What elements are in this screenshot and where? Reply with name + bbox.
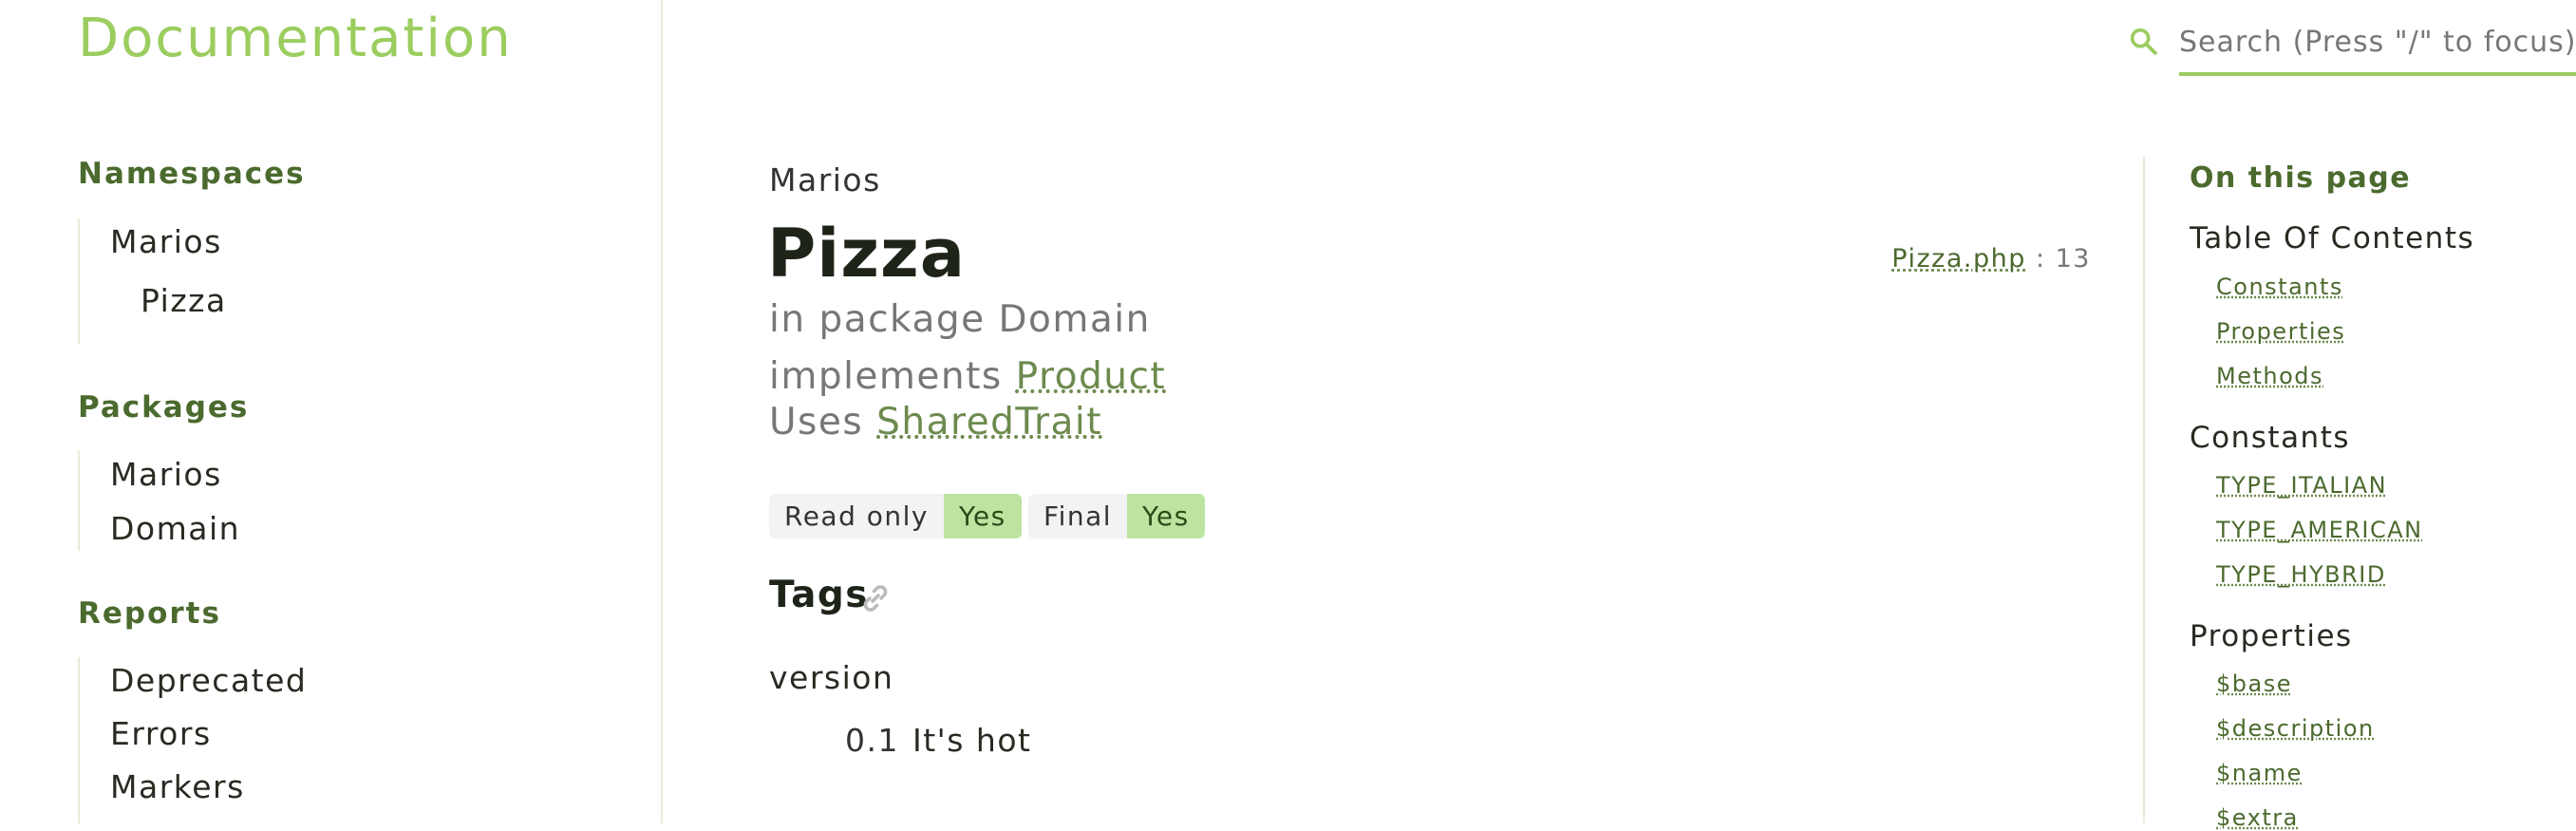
toc-link-base[interactable]: $base <box>2216 670 2292 697</box>
implements-prefix: implements <box>769 355 1003 398</box>
packages-heading: Packages <box>78 390 249 425</box>
toc-link-extra[interactable]: $extra <box>2216 804 2299 831</box>
sidebar-item-marios-namespace[interactable]: Marios <box>110 223 222 260</box>
page-title: Pizza <box>767 215 966 293</box>
reports-list <box>78 657 80 823</box>
tag-description: It's hot <box>912 722 1031 759</box>
uses-prefix: Uses <box>769 401 863 444</box>
toc-link-type-hybrid[interactable]: TYPE_HYBRID <box>2216 561 2386 588</box>
sidebar-item-marios-package[interactable]: Marios <box>110 456 222 493</box>
uses-link[interactable]: SharedTrait <box>876 401 1102 444</box>
toc-section-properties: Properties <box>2190 619 2353 653</box>
toc-section-constants: Constants <box>2190 421 2350 455</box>
search-icon <box>2127 25 2159 57</box>
toc-link-properties[interactable]: Properties <box>2216 318 2345 345</box>
implements-link[interactable]: Product <box>1016 355 1167 398</box>
toc-divider <box>2143 157 2145 823</box>
toc-link-name[interactable]: $name <box>2216 760 2303 786</box>
toc-link-type-american[interactable]: TYPE_AMERICAN <box>2216 517 2423 543</box>
sidebar-item-pizza-namespace[interactable]: Pizza <box>141 282 227 319</box>
sidebar-item-errors[interactable]: Errors <box>110 715 212 752</box>
toc-heading: On this page <box>2190 161 2411 195</box>
tag-name: version <box>769 659 893 696</box>
read-only-badge: Read only Yes <box>769 494 1022 538</box>
sidebar-item-deprecated[interactable]: Deprecated <box>110 662 307 699</box>
toc-link-description[interactable]: $description <box>2216 715 2375 742</box>
source-reference: Pizza.php : 13 <box>1891 244 2091 274</box>
toc-link-type-italian[interactable]: TYPE_ITALIAN <box>2216 472 2387 499</box>
badge-value: Yes <box>1127 494 1205 538</box>
reports-heading: Reports <box>78 596 221 631</box>
packages-list <box>78 450 80 551</box>
namespaces-heading: Namespaces <box>78 157 306 191</box>
badge-value: Yes <box>944 494 1022 538</box>
search-input[interactable] <box>2179 13 2576 70</box>
breadcrumb[interactable]: Marios <box>769 161 881 198</box>
namespaces-list <box>78 218 80 344</box>
package-line: in package Domain <box>769 298 1151 341</box>
sidebar-divider <box>661 0 663 823</box>
toc-link-methods[interactable]: Methods <box>2216 363 2323 389</box>
tags-heading: Tags <box>769 574 869 616</box>
uses-line: Uses SharedTrait <box>769 401 1102 444</box>
badge-key: Read only <box>769 494 944 538</box>
site-title[interactable]: Documentation <box>78 8 513 69</box>
source-file-link[interactable]: Pizza.php <box>1891 244 2026 274</box>
final-badge: Final Yes <box>1028 494 1205 538</box>
link-icon[interactable] <box>858 581 893 615</box>
source-line: : 13 <box>2036 244 2091 274</box>
badge-key: Final <box>1028 494 1127 538</box>
tag-version: 0.1 <box>845 722 899 759</box>
search-field <box>2179 13 2576 76</box>
sidebar-item-domain-package[interactable]: Domain <box>110 510 240 547</box>
toc-section-table-of-contents: Table Of Contents <box>2190 221 2474 255</box>
sidebar-item-markers[interactable]: Markers <box>110 768 245 805</box>
toc-link-constants[interactable]: Constants <box>2216 274 2343 300</box>
implements-line: implements Product <box>769 355 1166 398</box>
